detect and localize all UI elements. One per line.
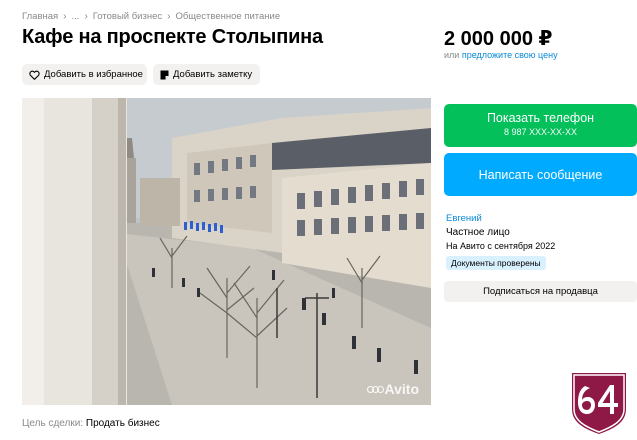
listing-price: 2 000 000 ₽ xyxy=(444,28,553,50)
site-64-logo-icon xyxy=(572,373,626,434)
seller-type: Частное лицо xyxy=(446,227,510,238)
write-message-button[interactable]: Написать сообщение xyxy=(444,153,637,196)
deal-purpose-label: Цель сделки: xyxy=(22,418,84,429)
price-offer-link[interactable]: предложите свою цену xyxy=(462,50,558,60)
seller-name-link[interactable]: Евгений xyxy=(446,213,482,224)
chevron-right-icon: › xyxy=(63,11,67,22)
chevron-right-icon: › xyxy=(84,11,88,22)
documents-verified-badge: Документы проверены xyxy=(446,256,546,270)
heart-outline-icon xyxy=(29,70,40,80)
show-phone-button[interactable]: Показать телефон 8 987 XXX-XX-XX xyxy=(444,104,637,147)
price-or-text: или xyxy=(444,50,460,60)
add-note-label: Добавить заметку xyxy=(173,69,253,80)
breadcrumb: Главная › ... › Готовый бизнес › Обществ… xyxy=(22,11,280,22)
page-title: Кафе на проспекте Столыпина xyxy=(22,26,323,48)
deal-purpose-value: Продать бизнес xyxy=(85,418,160,429)
listing-photo[interactable]: Avito xyxy=(22,98,431,405)
show-phone-label: Показать телефон xyxy=(486,111,595,125)
street-photo-illustration xyxy=(22,98,431,405)
deal-purpose: Цель сделки: Продать бизнес xyxy=(22,418,160,429)
chevron-right-icon: › xyxy=(167,11,171,22)
avito-watermark-text: Avito xyxy=(384,381,419,397)
note-icon xyxy=(160,70,169,79)
subscribe-seller-button[interactable]: Подписаться на продавца xyxy=(444,281,637,302)
price-offer: или предложите свою цену xyxy=(444,50,558,60)
breadcrumb-item-catering[interactable]: Общественное питание xyxy=(175,11,280,22)
avito-watermark: Avito xyxy=(366,381,419,397)
add-to-favorites-button[interactable]: Добавить в избранное xyxy=(22,64,147,85)
breadcrumb-item-home[interactable]: Главная xyxy=(22,11,58,22)
add-note-button[interactable]: Добавить заметку xyxy=(153,64,260,85)
breadcrumb-item-ready-business[interactable]: Готовый бизнес xyxy=(93,11,162,22)
breadcrumb-item-ellipsis[interactable]: ... xyxy=(72,11,80,22)
avito-logo-icon xyxy=(366,385,384,393)
add-to-favorites-label: Добавить в избранное xyxy=(44,69,143,80)
seller-since: На Авито с сентября 2022 xyxy=(446,241,556,251)
masked-phone-number: 8 987 XXX-XX-XX xyxy=(503,127,578,137)
